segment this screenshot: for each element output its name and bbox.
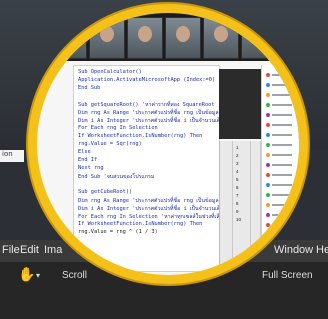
avatar	[266, 143, 270, 147]
sheet-cell[interactable]: 3	[236, 161, 239, 166]
list-item[interactable]	[266, 223, 296, 227]
hand-icon[interactable]: ✋	[18, 266, 35, 283]
list-item[interactable]	[266, 153, 296, 157]
code-line: End Sub 'จบส่วนของโปรแกรม	[78, 174, 155, 180]
sheet-cell[interactable]: 7	[236, 193, 239, 198]
participant-video-tile[interactable]	[203, 17, 239, 59]
list-item[interactable]	[266, 183, 296, 187]
list-item[interactable]	[266, 113, 296, 117]
name-line	[272, 184, 292, 186]
code-line: For Each rng In Selection	[78, 125, 158, 131]
list-item[interactable]	[266, 93, 296, 97]
magnifier-lens: Sub OpenCalculator() Application.Activat…	[28, 4, 308, 284]
code-line: Dim i As Integer 'ประกาศตัวแปรที่ชื่อ i …	[78, 206, 224, 212]
name-line	[272, 134, 292, 136]
full-screen-button[interactable]: Full Screen	[262, 270, 313, 281]
avatar	[266, 173, 270, 177]
code-line: Next rng	[78, 165, 104, 171]
avatar	[266, 213, 270, 217]
list-item[interactable]	[266, 83, 296, 87]
name-line	[272, 144, 292, 146]
vba-code-editor[interactable]: Sub OpenCalculator() Application.Activat…	[73, 65, 285, 272]
list-item[interactable]	[266, 203, 296, 207]
avatar	[266, 153, 270, 157]
name-line	[272, 174, 292, 176]
name-line	[272, 84, 292, 86]
sheet-cell[interactable]: 4	[236, 169, 239, 174]
list-item[interactable]	[266, 163, 296, 167]
list-item[interactable]	[266, 213, 296, 217]
code-line: Sub getSquareRoot() 'หาค่ารากที่สอง Squa…	[78, 102, 215, 108]
code-line: If WorksheetFunction.IsNumber(rng) Then	[78, 221, 203, 227]
menu-file[interactable]: File	[2, 244, 20, 256]
avatar	[266, 203, 270, 207]
code-line: rng.Value = rng ^ (1 / 3)	[78, 229, 158, 235]
participant-video-tile[interactable]	[127, 17, 163, 59]
sheet-cell[interactable]: 9	[236, 209, 239, 214]
sheet-cell[interactable]: 5	[236, 177, 239, 182]
menu-edit[interactable]: Edit	[20, 244, 39, 256]
participant-video-tile[interactable]	[51, 17, 87, 59]
name-line	[272, 94, 292, 96]
name-line	[272, 114, 292, 116]
sheet-cell[interactable]: 6	[236, 185, 239, 190]
list-item[interactable]	[266, 123, 296, 127]
avatar	[266, 133, 270, 137]
avatar	[266, 103, 270, 107]
left-document-label: ion	[0, 150, 24, 162]
code-line: rng.Value = Sqr(rng)	[78, 141, 142, 147]
name-line	[272, 204, 292, 206]
list-item[interactable]	[266, 73, 296, 77]
name-line	[272, 224, 292, 226]
avatar	[266, 223, 270, 227]
name-line	[272, 104, 292, 106]
name-line	[272, 164, 292, 166]
participant-video-tile[interactable]	[165, 17, 201, 59]
participants-panel	[261, 65, 299, 271]
menu-help[interactable]: He	[316, 244, 328, 256]
participant-video-tile[interactable]	[241, 17, 277, 59]
name-line	[272, 74, 292, 76]
sheet-cell[interactable]: 1	[236, 145, 239, 150]
name-line	[272, 154, 292, 156]
code-line: End If	[78, 157, 98, 163]
code-line: If WorksheetFunction.IsNumber(rng) Then	[78, 133, 203, 139]
avatar	[266, 83, 270, 87]
list-item[interactable]	[266, 103, 296, 107]
list-item[interactable]	[266, 143, 296, 147]
sheet-cell[interactable]: 8	[236, 201, 239, 206]
code-line: Sub getCubeRoot()	[78, 189, 133, 195]
avatar	[266, 163, 270, 167]
video-participant-strip	[37, 13, 299, 61]
menu-image[interactable]: Ima	[44, 244, 62, 256]
name-line	[272, 194, 292, 196]
code-line: Else	[78, 149, 91, 155]
code-line: End Sub	[78, 85, 101, 91]
grid-line	[232, 141, 233, 271]
list-item[interactable]	[266, 133, 296, 137]
avatar	[266, 93, 270, 97]
sheet-cell[interactable]: 2	[236, 153, 239, 158]
list-item[interactable]	[266, 193, 296, 197]
sheet-cell[interactable]: 10	[236, 217, 241, 222]
avatar	[266, 73, 270, 77]
name-line	[272, 214, 292, 216]
code-line: Dim i As Integer 'ประกาศตัวแปรที่ชื่อ i …	[78, 118, 224, 124]
list-item[interactable]	[266, 173, 296, 177]
code-line: Sub OpenCalculator()	[78, 69, 142, 75]
avatar	[266, 183, 270, 187]
avatar	[266, 193, 270, 197]
avatar	[266, 113, 270, 117]
avatar	[266, 123, 270, 127]
name-line	[272, 124, 292, 126]
chevron-down-icon[interactable]: ▾	[36, 271, 40, 280]
grid-line	[250, 141, 251, 271]
participant-video-tile[interactable]	[89, 17, 125, 59]
